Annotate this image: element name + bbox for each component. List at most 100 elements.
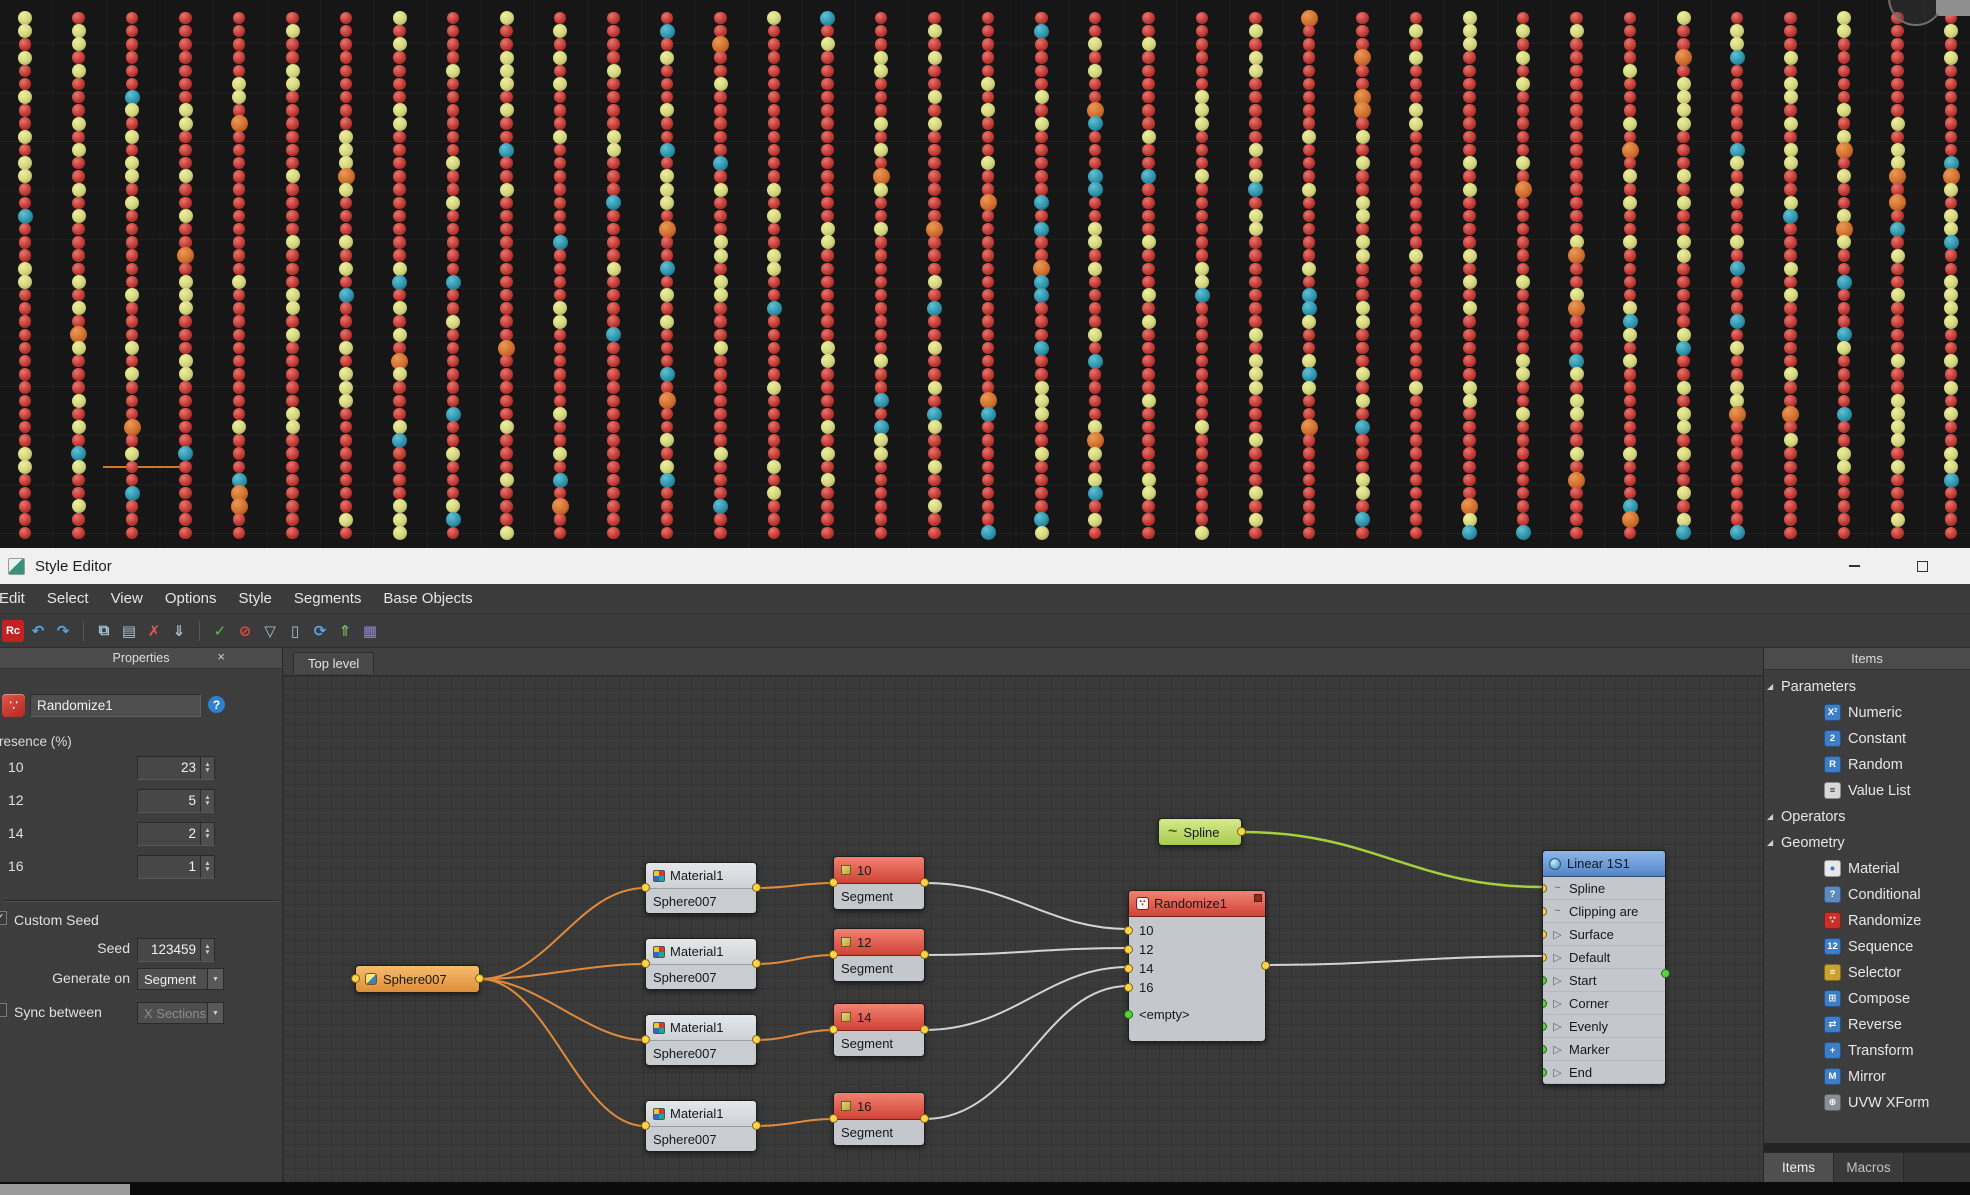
socket[interactable] (829, 1025, 838, 1034)
menu-edit[interactable]: Edit (0, 590, 36, 607)
socket[interactable] (641, 883, 650, 892)
export-icon[interactable]: ⇑ (334, 620, 356, 642)
library-icon[interactable]: ▦ (359, 620, 381, 642)
node-material-1[interactable]: Material1 Sphere007 (645, 862, 757, 914)
spinner[interactable]: ▲▼ (200, 790, 214, 812)
item-sequence[interactable]: 12Sequence (1764, 934, 1970, 960)
socket[interactable] (920, 1114, 929, 1123)
redo-icon[interactable]: ↷ (52, 620, 74, 642)
item-reverse[interactable]: ⇄Reverse (1764, 1012, 1970, 1038)
item-transform[interactable]: +Transform (1764, 1038, 1970, 1064)
item-material[interactable]: ●Material (1764, 856, 1970, 882)
item-randomize[interactable]: ∵Randomize (1764, 908, 1970, 934)
undo-icon[interactable]: ↶ (27, 620, 49, 642)
menu-segments[interactable]: Segments (283, 590, 373, 607)
spinner[interactable]: ▲▼ (200, 856, 214, 878)
socket[interactable] (1543, 1022, 1547, 1031)
socket[interactable] (1543, 976, 1547, 985)
socket[interactable] (752, 1121, 761, 1130)
group-operators[interactable]: ◢Operators (1764, 804, 1970, 830)
spinner[interactable]: ▲▼ (200, 823, 214, 845)
presence-input[interactable]: 5▲▼ (137, 789, 215, 813)
node-randomize1[interactable]: ∵ Randomize1 10121416<empty> (1128, 890, 1266, 1042)
socket[interactable] (1124, 1010, 1133, 1019)
socket[interactable] (829, 950, 838, 959)
socket[interactable] (1543, 930, 1547, 939)
socket[interactable] (1543, 884, 1547, 893)
sync-between-dropdown[interactable]: X Sections ▼ (137, 1002, 224, 1024)
presence-input[interactable]: 2▲▼ (137, 822, 215, 846)
node-spline[interactable]: ~ Spline (1158, 818, 1242, 846)
tab-items[interactable]: Items (1764, 1153, 1834, 1182)
output-socket[interactable] (1661, 969, 1670, 978)
socket[interactable] (1543, 1068, 1547, 1077)
socket[interactable] (641, 959, 650, 968)
socket[interactable] (752, 1035, 761, 1044)
import-icon[interactable]: ⇓ (168, 620, 190, 642)
items-scrollbar[interactable] (1764, 1143, 1970, 1152)
group-geometry[interactable]: ◢Geometry (1764, 830, 1970, 856)
node-segment-10[interactable]: 10 Segment (833, 856, 925, 910)
socket[interactable] (752, 959, 761, 968)
socket[interactable] (1124, 945, 1133, 954)
socket[interactable] (829, 1114, 838, 1123)
purge-icon[interactable]: ▯ (284, 620, 306, 642)
socket[interactable] (1543, 953, 1547, 962)
socket[interactable] (1543, 999, 1547, 1008)
tab-top-level[interactable]: Top level (293, 652, 374, 674)
sync-between-checkbox[interactable] (0, 1003, 7, 1017)
socket[interactable] (641, 1035, 650, 1044)
node-segment-12[interactable]: 12 Segment (833, 928, 925, 982)
menu-view[interactable]: View (100, 590, 154, 607)
expander-icon[interactable]: ◢ (1767, 838, 1773, 847)
item-mirror[interactable]: MMirror (1764, 1064, 1970, 1090)
menu-options[interactable]: Options (154, 590, 228, 607)
disable-icon[interactable]: ⊘ (234, 620, 256, 642)
node-canvas[interactable]: Sphere007 Material1 Sphere007 Material1 … (283, 676, 1763, 1182)
maximize-button[interactable] (1888, 548, 1956, 584)
item-value-list[interactable]: ≡Value List (1764, 778, 1970, 804)
seed-input[interactable]: 123459 ▲▼ (137, 938, 215, 962)
socket[interactable] (1124, 926, 1133, 935)
validate-icon[interactable]: ✓ (209, 620, 231, 642)
socket[interactable] (475, 974, 484, 983)
menu-base-objects[interactable]: Base Objects (372, 590, 483, 607)
node-sphere007[interactable]: Sphere007 (355, 965, 480, 993)
item-constant[interactable]: 2Constant (1764, 726, 1970, 752)
item-uvw-xform[interactable]: ⊕UVW XForm (1764, 1090, 1970, 1116)
close-panel-button[interactable]: × (217, 649, 225, 664)
socket[interactable] (1124, 983, 1133, 992)
node-segment-16[interactable]: 16 Segment (833, 1092, 925, 1146)
item-selector[interactable]: ≡Selector (1764, 960, 1970, 986)
tab-macros[interactable]: Macros (1834, 1153, 1904, 1182)
railclone-logo[interactable]: Rc (2, 620, 24, 642)
minimize-button[interactable] (1820, 548, 1888, 584)
socket[interactable] (1543, 1045, 1547, 1054)
node-segment-14[interactable]: 14 Segment (833, 1003, 925, 1057)
expander-icon[interactable]: ◢ (1767, 812, 1773, 821)
node-linear-1s1[interactable]: Linear 1S1 ~Spline~Clipping are▷Surface▷… (1542, 850, 1666, 1085)
node-collapse-button[interactable] (1254, 894, 1262, 902)
group-parameters[interactable]: ◢Parameters (1764, 674, 1970, 700)
socket[interactable] (829, 878, 838, 887)
socket[interactable] (920, 950, 929, 959)
viewport-3d[interactable] (0, 0, 1970, 548)
node-material-2[interactable]: Material1 Sphere007 (645, 938, 757, 990)
item-random[interactable]: RRandom (1764, 752, 1970, 778)
title-bar[interactable]: Style Editor (0, 548, 1970, 584)
item-conditional[interactable]: ?Conditional (1764, 882, 1970, 908)
node-name-input[interactable]: Randomize1 (30, 694, 201, 717)
item-compose[interactable]: ⊞Compose (1764, 986, 1970, 1012)
refresh-icon[interactable]: ⟳ (309, 620, 331, 642)
socket[interactable] (351, 974, 360, 983)
socket[interactable] (641, 1121, 650, 1130)
menu-select[interactable]: Select (36, 590, 100, 607)
copy-icon[interactable]: ⧉ (93, 620, 115, 642)
item-numeric[interactable]: X²Numeric (1764, 700, 1970, 726)
socket[interactable] (1237, 827, 1246, 836)
menu-style[interactable]: Style (228, 590, 283, 607)
delete-icon[interactable]: ✗ (143, 620, 165, 642)
expander-icon[interactable]: ◢ (1767, 682, 1773, 691)
node-material-4[interactable]: Material1 Sphere007 (645, 1100, 757, 1152)
seed-spinner[interactable]: ▲▼ (200, 939, 214, 961)
